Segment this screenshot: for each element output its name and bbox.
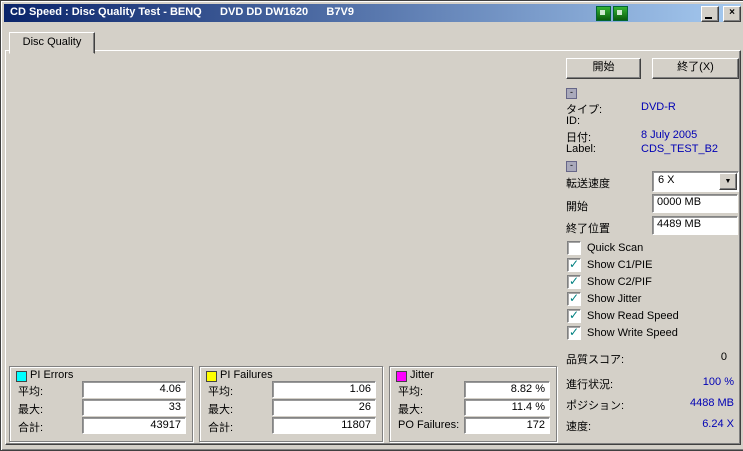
end-position-field[interactable]: 4489 MB xyxy=(652,216,738,235)
checkbox-show-jitter[interactable]: ✓ Show Jitter xyxy=(567,292,742,306)
checkbox-show-c1-pie[interactable]: ✓ Show C1/PIE xyxy=(567,258,742,272)
checkbox-label[interactable]: Show Jitter xyxy=(587,293,641,305)
stats-box-title: Jitter xyxy=(410,369,434,381)
chevron-down-icon: ▼ xyxy=(724,178,732,185)
pi-errors-legend-swatch xyxy=(16,371,27,382)
exit-button[interactable]: 終了(X) xyxy=(652,58,739,79)
stats-box-title: PI Errors xyxy=(30,369,74,381)
disc-info-label: ID: xyxy=(566,115,581,127)
start-button[interactable]: 開始 xyxy=(566,58,641,79)
stat-value-field: 8.82 % xyxy=(464,381,550,398)
stat-value-field: 172 xyxy=(464,417,550,434)
checkbox-label[interactable]: Show C1/PIE xyxy=(587,259,652,271)
status-value: 6.24 X xyxy=(702,418,734,430)
stat-value-field: 26 xyxy=(272,399,376,416)
stat-label: 平均: xyxy=(398,386,424,398)
disc-info-value: CDS_TEST_B2 xyxy=(641,143,719,155)
checkbox-label[interactable]: Show Read Speed xyxy=(587,310,679,322)
speed-select-value: 6 X xyxy=(658,174,675,186)
disc-info-value: 8 July 2005 xyxy=(641,129,698,141)
stat-label: 最大: xyxy=(18,404,44,416)
stat-value-field: 43917 xyxy=(82,417,186,434)
stat-value-field: 11807 xyxy=(272,417,376,434)
titlebar-app-icon-1[interactable] xyxy=(596,6,611,21)
checkbox-box[interactable]: ✓ xyxy=(567,292,581,306)
stat-value-field: 11.4 % xyxy=(464,399,550,416)
dropdown-arrow-button[interactable]: ▼ xyxy=(719,173,737,190)
status-value: 4488 MB xyxy=(689,397,734,409)
stat-label: 最大: xyxy=(398,404,424,416)
stat-label: 平均: xyxy=(18,386,44,398)
checkbox-box[interactable]: ✓ xyxy=(567,326,581,340)
checkbox-box[interactable]: ✓ xyxy=(567,258,581,272)
checkbox-show-write-speed[interactable]: ✓ Show Write Speed xyxy=(567,326,742,340)
stat-label: 最大: xyxy=(208,404,234,416)
stat-label: PO Failures: xyxy=(398,419,460,431)
checkbox-box[interactable]: ✓ xyxy=(567,275,581,289)
stats-box-pi-failures: PI Failures 平均: 1.06 最大: 26 合計: 11807 xyxy=(199,366,383,442)
speed-select[interactable]: 6 X ▼ xyxy=(652,171,739,192)
close-button[interactable]: × xyxy=(723,6,741,22)
titlebar[interactable]: CD Speed : Disc Quality Test - BENQ DVD … xyxy=(4,4,741,22)
stat-label: 合計: xyxy=(208,422,234,434)
end-position-label: 終了位置 xyxy=(566,223,610,235)
checkbox-quick-scan[interactable]: Quick Scan xyxy=(567,241,742,255)
app-window: CD Speed : Disc Quality Test - BENQ DVD … xyxy=(0,0,743,451)
titlebar-app-icon-2[interactable] xyxy=(613,6,628,21)
tab-label: Disc Quality xyxy=(22,36,82,48)
status-label: ポジション: xyxy=(566,400,625,412)
stat-value-field: 4.06 xyxy=(82,381,186,398)
checkbox-show-c2-pif[interactable]: ✓ Show C2/PIF xyxy=(567,275,742,289)
stat-value-field: 1.06 xyxy=(272,381,376,398)
quality-score-label: 品質スコア: xyxy=(566,354,625,366)
checkbox-label[interactable]: Show Write Speed xyxy=(587,327,678,339)
stats-box-title: PI Failures xyxy=(220,369,273,381)
disc-info-label: Label: xyxy=(566,143,596,155)
checkbox-label[interactable]: Quick Scan xyxy=(587,242,643,254)
checkbox-show-read-speed[interactable]: ✓ Show Read Speed xyxy=(567,309,742,323)
minimize-icon xyxy=(705,17,712,19)
checkbox-box[interactable] xyxy=(567,241,581,255)
stats-box-pi-errors: PI Errors 平均: 4.06 最大: 33 合計: 43917 xyxy=(9,366,193,442)
checkbox-box[interactable]: ✓ xyxy=(567,309,581,323)
tab-disc-quality[interactable]: Disc Quality xyxy=(9,32,95,54)
settings-collapse-icon[interactable]: - xyxy=(566,161,577,172)
speed-label: 転送速度 xyxy=(566,178,610,190)
checkbox-label[interactable]: Show C2/PIF xyxy=(587,276,652,288)
start-position-label: 開始 xyxy=(566,201,588,213)
jitter-legend-swatch xyxy=(396,371,407,382)
stat-value-field: 33 xyxy=(82,399,186,416)
status-value: 100 % xyxy=(702,376,734,388)
close-icon: × xyxy=(729,7,735,18)
quality-score-value: 0 xyxy=(720,351,727,363)
start-position-field[interactable]: 0000 MB xyxy=(652,194,738,213)
window-title: CD Speed : Disc Quality Test - BENQ DVD … xyxy=(10,6,354,18)
stat-label: 合計: xyxy=(18,422,44,434)
stats-box-jitter: Jitter 平均: 8.82 % 最大: 11.4 % PO Failures: 172 xyxy=(389,366,557,442)
status-label: 進行状況: xyxy=(566,379,614,391)
disc-info-value: DVD-R xyxy=(641,101,676,113)
pi-failures-legend-swatch xyxy=(206,371,217,382)
status-label: 速度: xyxy=(566,421,592,433)
stat-label: 平均: xyxy=(208,386,234,398)
minimize-button[interactable] xyxy=(701,6,719,22)
disc-info-collapse-icon[interactable]: - xyxy=(566,88,577,99)
